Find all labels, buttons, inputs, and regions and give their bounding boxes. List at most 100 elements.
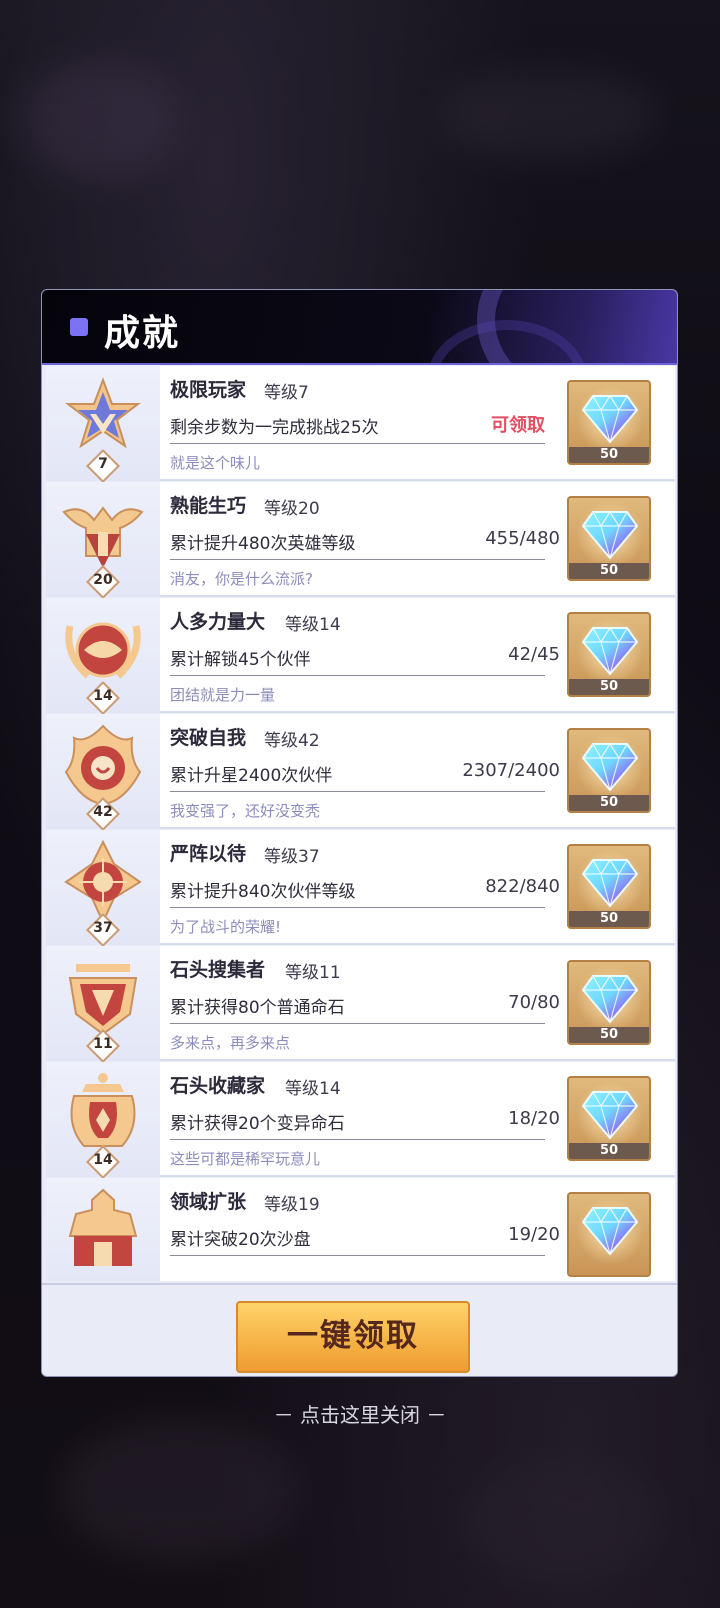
achievement-level: 等级37 (264, 847, 320, 867)
flame-eye-icon (60, 722, 146, 808)
diamond-reward-button[interactable]: 50 (567, 960, 651, 1045)
achievement-progress: 19/20 (508, 1224, 560, 1245)
achievement-row[interactable]: 7 极限玩家 等级7 剩余步数为一完成挑战25次 可领取 就是这个味儿 50 (46, 366, 675, 483)
diamond-reward-button[interactable]: 50 (567, 380, 651, 465)
diamond-icon (581, 392, 639, 444)
achievement-icon-cell: 20 (46, 482, 160, 599)
achievement-row[interactable]: 14 石头收藏家 等级14 累计获得20个变异命石 18/20 这些可都是稀罕玩… (46, 1062, 675, 1179)
achievement-name: 突破自我 (170, 727, 247, 749)
achievement-level-number: 37 (93, 920, 113, 936)
reward-quantity: 50 (599, 795, 619, 810)
row-divider (170, 1023, 545, 1024)
achievement-level: 等级11 (285, 963, 341, 983)
achievement-description: 累计升星2400次伙伴 (170, 766, 333, 786)
winged-tower-icon (60, 490, 146, 576)
diamond-icon (581, 740, 639, 792)
diamond-reward-button[interactable]: 50 (567, 844, 651, 929)
achievement-progress: 70/80 (508, 992, 560, 1013)
reward-quantity: 50 (599, 447, 619, 462)
achievement-row[interactable]: 20 熟能生巧 等级20 累计提升480次英雄等级 455/480 消友，你是什… (46, 482, 675, 599)
jar-crest-icon (60, 1070, 146, 1156)
achievement-description: 累计提升480次英雄等级 (170, 534, 356, 554)
achievement-row[interactable]: 领域扩张 等级19 累计突破20次沙盘 19/20 (46, 1178, 675, 1281)
dialog-title: 成就 (104, 312, 181, 354)
achievement-icon-cell: 42 (46, 714, 160, 831)
achievement-icon-cell (46, 1178, 160, 1281)
achievement-name: 人多力量大 (170, 611, 266, 633)
row-divider (170, 559, 545, 560)
dialog-footer: 一键领取 (42, 1283, 677, 1376)
achievement-description: 累计提升840次伙伴等级 (170, 882, 356, 902)
achievement-level: 等级42 (264, 731, 320, 751)
diamond-reward-button[interactable]: 50 (567, 1076, 651, 1161)
achievement-motto: 为了战斗的荣耀! (170, 918, 282, 936)
achievement-level-number: 11 (93, 1036, 113, 1052)
achievement-progress: 42/45 (508, 644, 560, 665)
diamond-reward-button[interactable] (567, 1192, 651, 1277)
diamond-icon (581, 1204, 639, 1256)
achievement-name: 领域扩张 (170, 1191, 247, 1213)
diamond-reward-button[interactable]: 50 (567, 728, 651, 813)
achievement-level: 等级14 (285, 1079, 341, 1099)
achievements-dialog: 成就 7 极限玩家 等级7 剩余步数为一完成挑战25次 可领取 就是这个味儿 5… (41, 289, 678, 1377)
stone-crest-icon (60, 954, 146, 1040)
reward-quantity: 50 (599, 911, 619, 926)
diamond-icon (581, 972, 639, 1024)
row-divider (170, 907, 545, 908)
achievement-icon-cell: 14 (46, 598, 160, 715)
diamond-icon (581, 624, 639, 676)
handshake-laurel-icon (60, 606, 146, 692)
achievement-level: 等级20 (264, 499, 320, 519)
row-divider (170, 675, 545, 676)
achievement-row[interactable]: 42 突破自我 等级42 累计升星2400次伙伴 2307/2400 我变强了，… (46, 714, 675, 831)
achievement-progress: 455/480 (485, 528, 560, 549)
reward-quantity: 50 (599, 563, 619, 578)
close-dialog-hint[interactable]: － 点击这里关闭 － (0, 1399, 720, 1428)
achievement-level-number: 42 (93, 804, 113, 820)
achievement-icon-cell: 37 (46, 830, 160, 947)
achievement-description: 累计获得20个变异命石 (170, 1114, 345, 1134)
achievement-row[interactable]: 14 人多力量大 等级14 累计解锁45个伙伴 42/45 团结就是力一量 50 (46, 598, 675, 715)
row-divider (170, 1139, 545, 1140)
achievement-name: 石头收藏家 (170, 1075, 266, 1097)
crosshair-shield-icon (60, 838, 146, 925)
achievement-icon-cell: 11 (46, 946, 160, 1063)
achievement-level-number: 7 (98, 456, 108, 472)
achievement-motto: 就是这个味儿 (170, 454, 261, 472)
achievement-level-number: 14 (93, 688, 113, 704)
achievement-level: 等级14 (285, 615, 341, 635)
achievement-list[interactable]: 7 极限玩家 等级7 剩余步数为一完成挑战25次 可领取 就是这个味儿 50 2… (46, 366, 675, 1281)
achievement-icon-cell: 7 (46, 366, 160, 483)
achievement-motto: 团结就是力一量 (170, 686, 276, 704)
star-crest-icon (60, 374, 146, 460)
reward-quantity: 50 (599, 679, 619, 694)
row-divider (170, 443, 545, 444)
achievement-progress: 2307/2400 (462, 760, 560, 781)
achievement-progress: 822/840 (485, 876, 560, 897)
diamond-icon (581, 508, 639, 560)
achievement-level-number: 20 (93, 572, 113, 588)
achievement-motto: 多来点，再多来点 (170, 1034, 291, 1052)
achievement-motto: 消友，你是什么流派? (170, 570, 313, 588)
header-bullet-icon (70, 318, 88, 336)
claim-all-button[interactable]: 一键领取 (236, 1301, 470, 1373)
reward-quantity: 50 (599, 1027, 619, 1042)
achievement-icon-cell: 14 (46, 1062, 160, 1179)
achievement-name: 极限玩家 (170, 379, 247, 401)
diamond-reward-button[interactable]: 50 (567, 496, 651, 581)
achievement-row[interactable]: 37 严阵以待 等级37 累计提升840次伙伴等级 822/840 为了战斗的荣… (46, 830, 675, 947)
achievement-description: 累计解锁45个伙伴 (170, 650, 311, 670)
achievement-level: 等级19 (264, 1195, 320, 1215)
diamond-icon (581, 856, 639, 908)
achievement-progress: 18/20 (508, 1108, 560, 1129)
reward-quantity: 50 (599, 1143, 619, 1158)
achievement-row[interactable]: 11 石头搜集者 等级11 累计获得80个普通命石 70/80 多来点，再多来点… (46, 946, 675, 1063)
castle-crest-icon (60, 1186, 146, 1272)
diamond-reward-button[interactable]: 50 (567, 612, 651, 697)
achievement-level-number: 14 (93, 1152, 113, 1168)
achievement-description: 累计获得80个普通命石 (170, 998, 345, 1018)
diamond-icon (581, 1088, 639, 1140)
claimable-status[interactable]: 可领取 (491, 411, 545, 437)
achievement-description: 剩余步数为一完成挑战25次 (170, 418, 379, 438)
achievement-description: 累计突破20次沙盘 (170, 1230, 311, 1250)
